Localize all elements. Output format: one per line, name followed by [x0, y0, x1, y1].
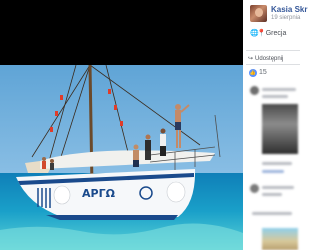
- map-pin-icon: 📍: [257, 30, 266, 37]
- comment-text-blurred: [262, 162, 292, 165]
- reaction-count[interactable]: 15: [259, 69, 267, 76]
- avatar[interactable]: [250, 5, 267, 22]
- divider: [246, 64, 300, 65]
- comment-text-blurred: [262, 186, 294, 189]
- divider: [246, 50, 300, 51]
- share-label: Udostępnij: [255, 56, 284, 62]
- boat-name: ΑΡΓΩ: [82, 187, 116, 200]
- thumbs-up-icon[interactable]: 👍: [249, 69, 257, 77]
- comment-image-blurred[interactable]: [262, 228, 298, 250]
- commenter-avatar[interactable]: [250, 184, 259, 193]
- comment-text-blurred: [262, 193, 282, 196]
- share-icon: ↪: [248, 56, 254, 62]
- author-name[interactable]: Kasia Skr: [271, 5, 307, 14]
- commenter-avatar[interactable]: [250, 86, 259, 95]
- post-date[interactable]: 19 sierpnia: [271, 15, 300, 21]
- comment-image-blurred[interactable]: [262, 104, 298, 154]
- share-button[interactable]: ↪ Udostępnij: [248, 55, 283, 62]
- location-link[interactable]: 📍Grecja: [257, 29, 286, 37]
- comment-link-blurred: [262, 170, 284, 173]
- comment-text-blurred: [252, 212, 292, 215]
- comment-text-blurred: [262, 95, 288, 98]
- location-label: Grecja: [265, 30, 287, 37]
- post-photo[interactable]: ΑΡΓΩ: [0, 65, 243, 250]
- photo-viewer: ΑΡΓΩ: [0, 0, 243, 250]
- comment-text-blurred: [262, 88, 296, 91]
